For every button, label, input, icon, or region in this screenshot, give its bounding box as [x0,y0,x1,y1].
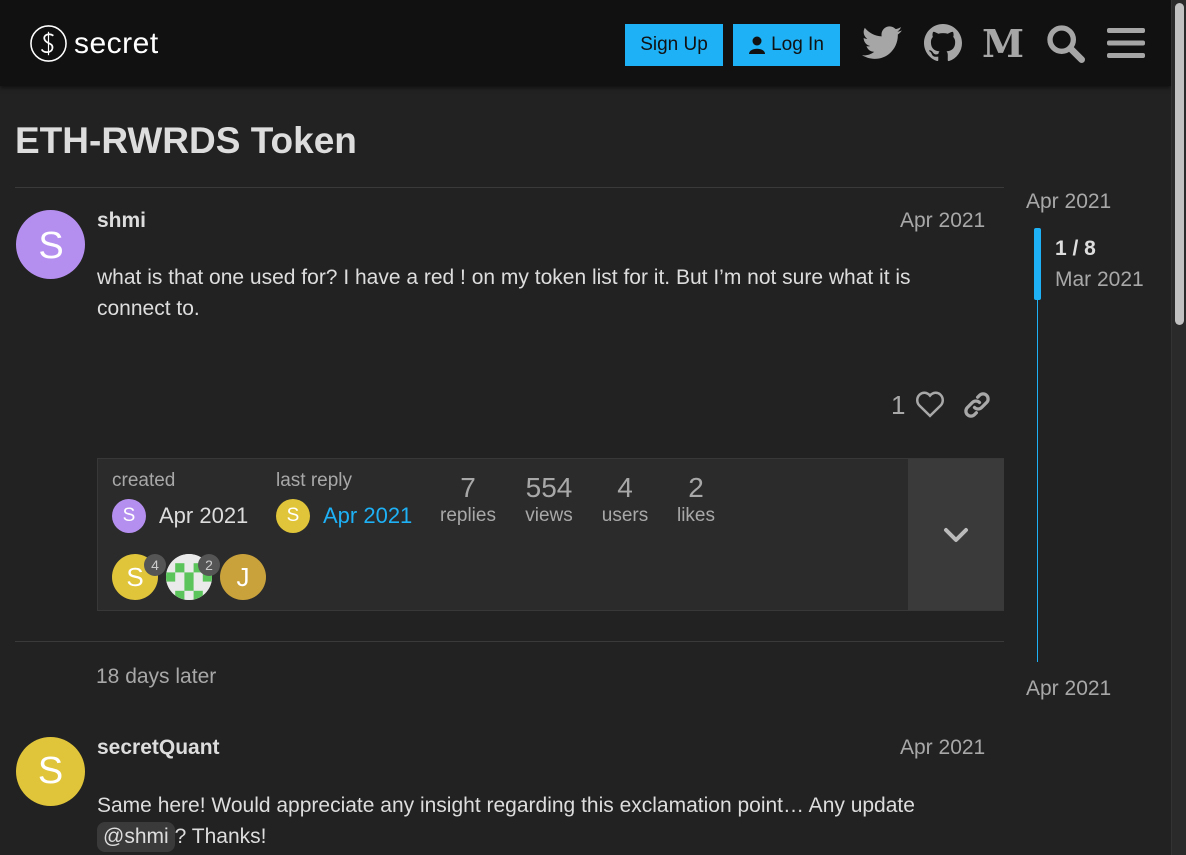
post-body: Same here! Would appreciate any insight … [97,790,977,852]
avatar-letter: J [236,561,250,592]
site-header: secret Sign Up Log In M [0,0,1171,86]
link-icon[interactable] [962,390,992,425]
stat-label: users [601,505,649,526]
stat-likes: 2 likes [658,472,734,527]
like-count[interactable]: 1 [891,390,905,421]
stat-views: 554 views [511,472,587,527]
timeline-scroll-handle[interactable] [1034,228,1041,300]
stat-label: likes [676,505,715,526]
post-body-text: Same here! Would appreciate any insight … [97,794,915,817]
avatar[interactable]: S [112,499,146,533]
stat-users: 4 users [587,472,663,527]
timeline-start-date[interactable]: Apr 2021 [1026,190,1111,214]
participant-avatar[interactable]: J [220,554,266,600]
medium-icon[interactable]: M [981,20,1025,66]
chevron-down-icon [944,527,968,542]
github-icon[interactable] [923,22,963,64]
twitter-icon[interactable] [862,22,902,64]
user-icon [749,36,766,54]
post-username[interactable]: secretQuant [97,736,220,760]
stat-label: replies [440,505,496,526]
avatar-letter: S [122,505,136,526]
stat-value: 554 [525,472,573,503]
post-body: what is that one used for? I have a red … [97,266,911,320]
post-count-badge: 2 [198,554,220,576]
avatar-letter: S [38,226,63,264]
log-in-button[interactable]: Log In [733,24,840,66]
post-date[interactable]: Apr 2021 [900,736,985,760]
topic-map: created S Apr 2021 last reply S Apr 2021… [97,458,1004,611]
post-body-text: ? Thanks! [174,825,267,848]
post-divider [15,641,1004,642]
site-logo[interactable]: secret [29,24,159,63]
heart-icon[interactable] [915,390,945,423]
search-icon[interactable] [1045,22,1085,64]
avatar[interactable]: S [16,210,85,279]
stat-label: views [525,505,573,526]
medium-letter: M [981,20,1025,66]
stat-value: 4 [617,472,633,503]
hamburger-menu-icon[interactable] [1106,22,1146,64]
user-mention-link[interactable]: @shmi [97,822,175,852]
created-date: Apr 2021 [159,503,249,528]
avatar[interactable]: S [276,499,310,533]
post-date[interactable]: Apr 2021 [900,209,985,233]
last-reply-label: last reply [276,470,353,491]
topic-title[interactable]: ETH-RWRDS Token [15,120,357,162]
timeline-current-date: Mar 2021 [1055,268,1144,291]
avatar-letter: S [37,750,64,792]
timeline-position: 1 / 8 [1055,237,1096,260]
time-gap-notice: 18 days later [96,665,217,688]
stat-value: 7 [460,472,476,503]
created-label: created [112,470,176,491]
stat-value: 2 [688,472,704,503]
avatar-letter: S [286,505,300,526]
last-reply-date[interactable]: Apr 2021 [323,503,412,529]
expand-topic-map-button[interactable] [908,459,1004,610]
avatar-letter-text: S [38,226,63,264]
page-scrollbar[interactable] [1171,0,1186,855]
logo-text: secret [74,26,159,60]
avatar-letter: S [126,561,144,592]
title-divider [15,187,1004,188]
log-in-label: Log In [771,34,824,55]
secret-logo-icon [30,25,67,62]
avatar[interactable]: S [16,737,85,806]
post-count-badge: 4 [144,554,166,576]
sign-up-button[interactable]: Sign Up [625,24,723,66]
post-username[interactable]: shmi [97,209,146,233]
scrollbar-thumb[interactable] [1175,3,1184,325]
stat-replies: 7 replies [430,472,506,527]
timeline-end-date[interactable]: Apr 2021 [1026,677,1111,701]
